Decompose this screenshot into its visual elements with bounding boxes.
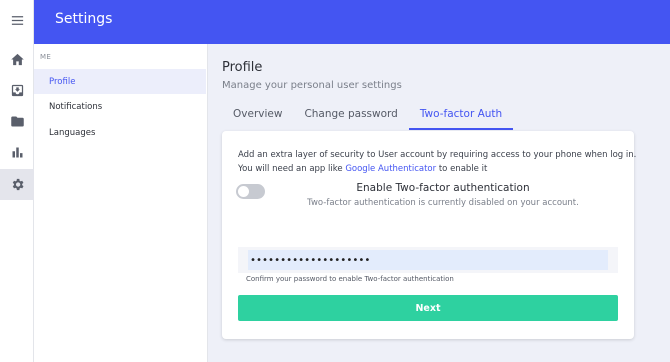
inbox-icon	[11, 84, 23, 97]
app-hint-suffix: to enable it	[436, 164, 488, 174]
folder-icon	[10, 116, 24, 127]
settings-tabs: Overview Change password Two-factor Auth	[222, 104, 514, 130]
tab-two-factor-auth[interactable]: Two-factor Auth	[408, 104, 514, 130]
password-field-wrapper	[238, 247, 618, 273]
sidebar-item-languages[interactable]: Languages	[34, 120, 206, 145]
next-button[interactable]: Next	[238, 295, 618, 321]
header-title: Settings	[55, 11, 113, 27]
google-authenticator-link[interactable]: Google Authenticator	[345, 164, 436, 174]
settings-sidebar: ME Profile Notifications Languages	[34, 44, 208, 362]
tab-overview[interactable]: Overview	[222, 104, 293, 130]
tfa-title: Enable Two-factor authentication	[356, 182, 530, 194]
sidebar-item-profile[interactable]: Profile	[34, 69, 206, 94]
two-factor-card: Add an extra layer of security to User a…	[222, 131, 637, 339]
bar-chart-icon	[12, 147, 22, 158]
nav-reports[interactable]	[0, 137, 34, 168]
password-input[interactable]	[248, 250, 608, 270]
app-hint-prefix: You will need an app like	[238, 164, 346, 174]
home-icon	[10, 53, 24, 66]
nav-home[interactable]	[0, 44, 34, 75]
app-hint-text: You will need an app like Google Authent…	[238, 164, 487, 174]
menu-icon	[11, 16, 23, 25]
two-factor-toggle[interactable]	[236, 184, 265, 199]
intro-text: Add an extra layer of security to User a…	[238, 150, 637, 160]
toggle-knob	[238, 186, 249, 197]
nav-folder[interactable]	[0, 106, 34, 137]
icon-rail	[0, 0, 34, 362]
nav-inbox[interactable]	[0, 75, 34, 106]
tab-change-password[interactable]: Change password	[293, 104, 408, 130]
gear-icon	[12, 178, 23, 191]
top-header: Settings	[34, 0, 670, 44]
tfa-status: Two-factor authentication is currently d…	[307, 198, 579, 208]
nav-settings[interactable]	[0, 169, 34, 200]
sidebar-item-notifications[interactable]: Notifications	[34, 94, 206, 119]
page-subtitle: Manage your personal user settings	[222, 80, 402, 91]
menu-button[interactable]	[0, 5, 34, 36]
password-help-text: Confirm your password to enable Two-fact…	[246, 275, 454, 283]
sidebar-section-label: ME	[40, 53, 52, 61]
page-title: Profile	[222, 60, 263, 75]
